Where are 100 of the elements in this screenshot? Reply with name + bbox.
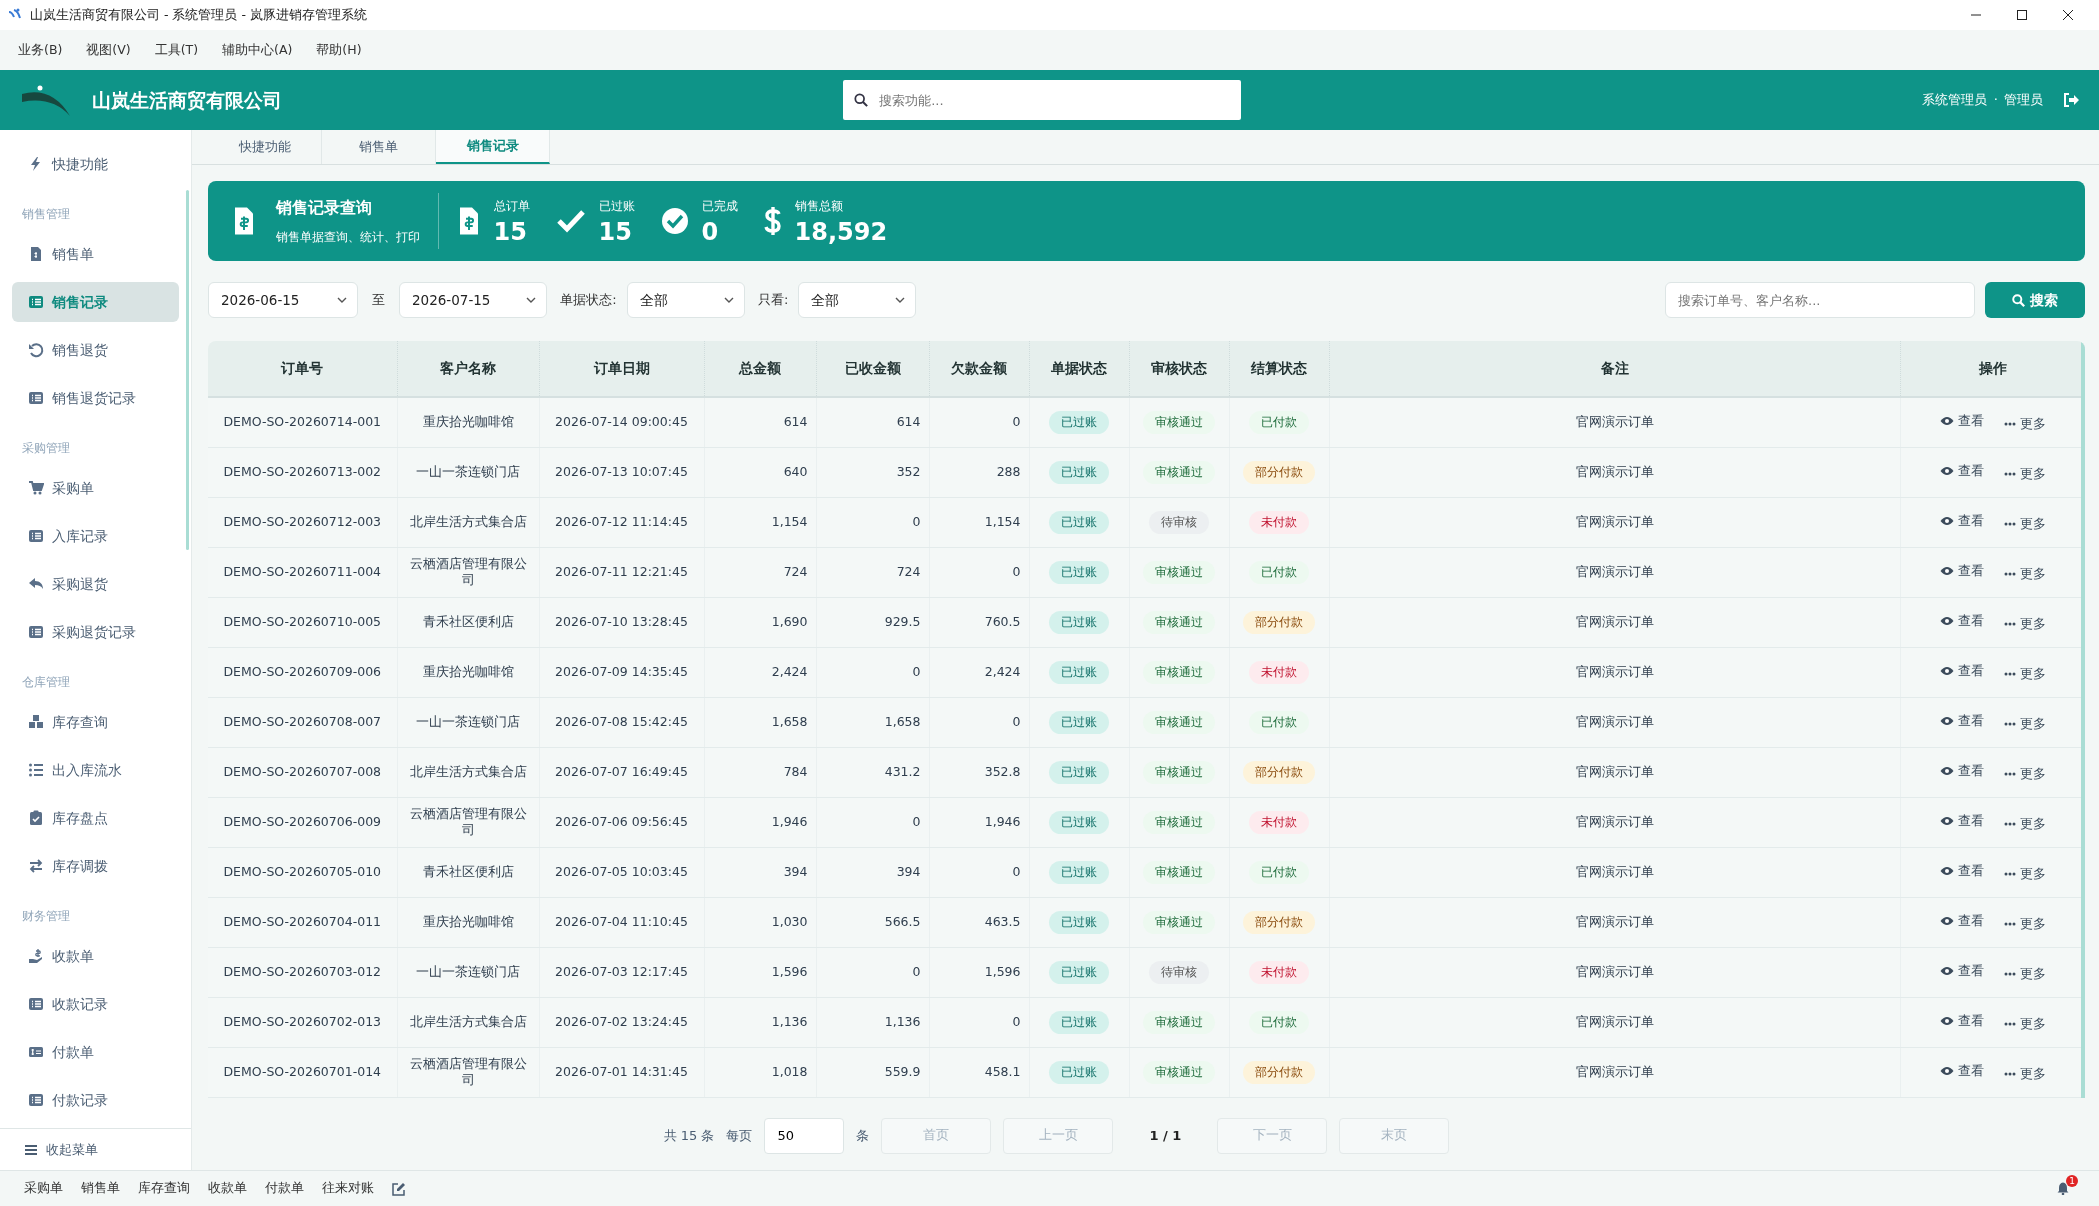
- menu-item[interactable]: 业务(B): [10, 36, 71, 64]
- view-link[interactable]: 查看: [1929, 512, 1994, 529]
- more-link[interactable]: 更多: [1993, 865, 2056, 882]
- more-link[interactable]: 更多: [1993, 415, 2056, 432]
- function-search-field[interactable]: 搜索功能...: [843, 80, 1242, 120]
- table-cell: 重庆拾光咖啡馆: [397, 397, 539, 447]
- more-link[interactable]: 更多: [1993, 565, 2056, 582]
- sidebar-item[interactable]: 收款记录: [12, 984, 179, 1024]
- table-cell: 官网演示订单: [1329, 397, 1901, 447]
- view-link[interactable]: 查看: [1929, 712, 1994, 729]
- sidebar-item[interactable]: 采购退货记录: [12, 612, 179, 652]
- view-link[interactable]: 查看: [1929, 412, 1994, 429]
- sidebar-item[interactable]: 库存调拨: [12, 846, 179, 886]
- table-cell: DEMO-SO-20260704-011: [208, 897, 397, 947]
- sidebar-item[interactable]: 库存查询: [12, 702, 179, 742]
- status-badge: 已付款: [1249, 710, 1309, 734]
- order-search-field[interactable]: 搜索订单号、客户名称...: [1665, 282, 1975, 318]
- more-link[interactable]: 更多: [1993, 615, 2056, 632]
- table-cell: 重庆拾光咖啡馆: [397, 647, 539, 697]
- scrollbar-thumb[interactable]: [2081, 341, 2085, 1098]
- view-link[interactable]: 查看: [1929, 912, 1994, 929]
- stat-value: 0: [701, 218, 720, 246]
- shortcut-link[interactable]: 销售单: [73, 1179, 128, 1198]
- table-cell: 1,658: [816, 697, 929, 747]
- status-badge: 已付款: [1249, 560, 1309, 584]
- view-link[interactable]: 查看: [1929, 562, 1994, 579]
- sidebar-item[interactable]: 付款单: [12, 1032, 179, 1072]
- table-cell: 云栖酒店管理有限公司: [397, 547, 539, 597]
- column-header: 审核状态: [1129, 341, 1229, 397]
- filter-label: 只看:: [757, 291, 789, 310]
- check-circle-icon: [660, 207, 689, 235]
- menu-item[interactable]: 视图(V): [78, 36, 139, 64]
- sidebar-item[interactable]: 快捷功能: [12, 144, 179, 184]
- scrollbar-thumb[interactable]: [186, 190, 189, 550]
- ellipsis-icon: [2003, 871, 2016, 876]
- table-cell: 0: [816, 497, 929, 547]
- more-link[interactable]: 更多: [1993, 715, 2056, 732]
- view-link[interactable]: 查看: [1929, 762, 1994, 779]
- menu-item[interactable]: 辅助中心(A): [214, 36, 301, 64]
- document-icon: [28, 246, 44, 262]
- more-link[interactable]: 更多: [1993, 965, 2056, 982]
- separator-dot: ·: [1993, 91, 1998, 110]
- sidebar-item[interactable]: 库存盘点: [12, 798, 179, 838]
- eye-icon: [1939, 465, 1954, 476]
- view-link[interactable]: 查看: [1929, 612, 1994, 629]
- table-cell: 官网演示订单: [1329, 597, 1901, 647]
- view-link[interactable]: 查看: [1929, 462, 1994, 479]
- shortcut-link[interactable]: 库存查询: [130, 1179, 198, 1198]
- sidebar-item[interactable]: 收款单: [12, 936, 179, 976]
- clipboard-check-icon: [28, 810, 44, 826]
- view-link[interactable]: 查看: [1929, 862, 1994, 879]
- notification-button[interactable]: [2057, 1182, 2069, 1195]
- tab[interactable]: 销售记录: [436, 130, 550, 164]
- more-link[interactable]: 更多: [1993, 765, 2056, 782]
- status-badge: 已过账: [1049, 910, 1109, 934]
- sidebar-item[interactable]: 采购单: [12, 468, 179, 508]
- view-link[interactable]: 查看: [1929, 812, 1994, 829]
- table-cell: DEMO-SO-20260703-012: [208, 947, 397, 997]
- logout-button[interactable]: [2063, 92, 2079, 108]
- table-cell: 1,030: [704, 897, 816, 947]
- eye-icon: [1939, 965, 1954, 976]
- menu-item[interactable]: 工具(T): [146, 36, 207, 64]
- tab[interactable]: 快捷功能: [208, 130, 322, 164]
- shortcut-link[interactable]: 付款单: [257, 1179, 312, 1198]
- more-link[interactable]: 更多: [1993, 665, 2056, 682]
- table-cell: 2,424: [929, 647, 1029, 697]
- shortcut-link[interactable]: 采购单: [16, 1179, 71, 1198]
- more-link[interactable]: 更多: [1993, 1065, 2056, 1082]
- sidebar-item[interactable]: 入库记录: [12, 516, 179, 556]
- sidebar-item[interactable]: 出入库流水: [12, 750, 179, 790]
- more-link[interactable]: 更多: [1993, 465, 2056, 482]
- column-header: 欠款金额: [929, 341, 1029, 397]
- sidebar-item[interactable]: 销售单: [12, 234, 179, 274]
- table-cell: DEMO-SO-20260712-003: [208, 497, 397, 547]
- eye-icon: [1939, 765, 1954, 776]
- table-cell: 1,596: [704, 947, 816, 997]
- list-icon: [28, 624, 44, 640]
- table-cell: 重庆拾光咖啡馆: [397, 897, 539, 947]
- more-link[interactable]: 更多: [1993, 815, 2056, 832]
- more-link[interactable]: 更多: [1993, 515, 2056, 532]
- stat-value: 15: [493, 218, 528, 246]
- view-link[interactable]: 查看: [1929, 662, 1994, 679]
- sidebar-item[interactable]: 销售退货记录: [12, 378, 179, 418]
- view-link[interactable]: 查看: [1929, 1062, 1994, 1079]
- menu-item[interactable]: 帮助(H): [308, 36, 370, 64]
- shortcut-link[interactable]: 收款单: [200, 1179, 255, 1198]
- view-link[interactable]: 查看: [1929, 962, 1994, 979]
- page-size-field[interactable]: 50: [764, 1117, 845, 1154]
- ellipsis-icon: [2003, 571, 2016, 576]
- sidebar-item[interactable]: 销售退货: [12, 330, 179, 370]
- sidebar-item[interactable]: 采购退货: [12, 564, 179, 604]
- shortcut-link[interactable]: 往来对账: [314, 1179, 382, 1198]
- undo-icon: [28, 342, 44, 358]
- table-cell: DEMO-SO-20260706-009: [208, 797, 397, 847]
- more-link[interactable]: 更多: [1993, 915, 2056, 932]
- view-link[interactable]: 查看: [1929, 1012, 1994, 1029]
- sidebar-item[interactable]: 付款记录: [12, 1080, 179, 1120]
- more-link[interactable]: 更多: [1993, 1015, 2056, 1032]
- table-cell: 官网演示订单: [1329, 847, 1901, 897]
- search-button[interactable]: 搜索: [1985, 282, 2085, 318]
